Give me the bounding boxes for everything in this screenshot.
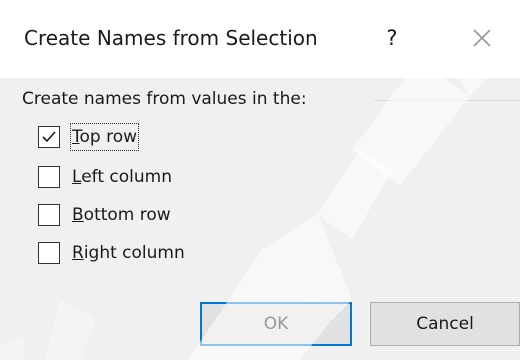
- ok-button[interactable]: OK: [200, 302, 352, 346]
- group-divider: [374, 100, 520, 101]
- top-row-label: Top row: [69, 123, 140, 151]
- right-column-text: ight column: [83, 243, 185, 263]
- left-column-mnemonic: L: [72, 167, 82, 187]
- group-label: Create names from values in the:: [22, 89, 307, 109]
- create-names-dialog: Create Names from Selection ? Create nam…: [0, 0, 520, 360]
- close-icon: [473, 29, 491, 47]
- dialog-title: Create Names from Selection: [24, 26, 318, 50]
- left-column-checkbox[interactable]: [38, 166, 60, 188]
- right-column-checkbox[interactable]: [38, 242, 60, 264]
- right-column-mnemonic: R: [72, 243, 84, 263]
- top-row-text: op row: [79, 127, 138, 147]
- help-button[interactable]: ?: [376, 20, 408, 56]
- cancel-button[interactable]: Cancel: [370, 302, 520, 346]
- top-row-mnemonic: T: [72, 127, 80, 147]
- checkmark-icon: [42, 131, 56, 143]
- left-column-text: eft column: [81, 167, 172, 187]
- left-column-label: Left column: [72, 164, 172, 190]
- close-button[interactable]: [462, 18, 502, 58]
- bottom-row-text: ottom row: [83, 205, 171, 225]
- top-row-checkbox[interactable]: [38, 126, 60, 148]
- title-bar: Create Names from Selection ?: [0, 0, 520, 78]
- bottom-row-checkbox[interactable]: [38, 204, 60, 226]
- bottom-row-mnemonic: B: [72, 205, 84, 225]
- right-column-label: Right column: [72, 240, 185, 266]
- bottom-row-label: Bottom row: [72, 202, 171, 228]
